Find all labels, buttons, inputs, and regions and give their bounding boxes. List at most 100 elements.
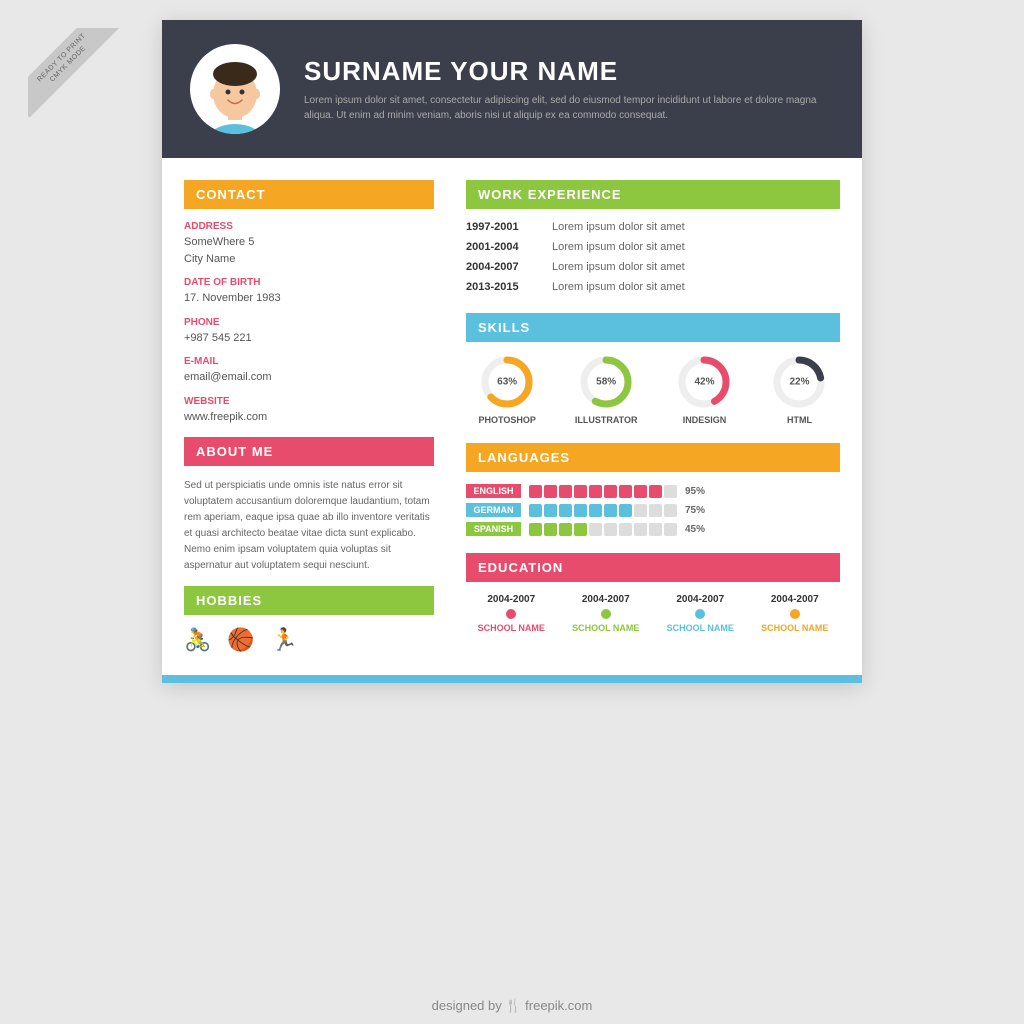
skill-percentage: 22% [789, 377, 809, 388]
skill-label: ILLUSTRATOR [575, 415, 638, 425]
work-row: 2001-2004 Lorem ipsum dolor sit amet [466, 241, 840, 253]
footer-bar [162, 675, 862, 683]
education-school: SCHOOL NAME [761, 623, 828, 633]
languages-header: LANGUAGES [466, 443, 840, 472]
work-description: Lorem ipsum dolor sit amet [552, 241, 685, 253]
work-years: 1997-2001 [466, 221, 538, 233]
language-label: ENGLISH [466, 484, 521, 498]
work-description: Lorem ipsum dolor sit amet [552, 261, 685, 273]
language-bar [544, 523, 557, 536]
language-bar [574, 485, 587, 498]
language-bar [619, 504, 632, 517]
work-years: 2001-2004 [466, 241, 538, 253]
skill-item: 22% HTML [771, 354, 827, 425]
hobby-icon: 🏃 [271, 627, 298, 653]
language-bar [664, 485, 677, 498]
language-bar [634, 523, 647, 536]
work-row: 2013-2015 Lorem ipsum dolor sit amet [466, 281, 840, 293]
education-dot [695, 609, 705, 619]
language-bar [589, 523, 602, 536]
skill-item: 58% ILLUSTRATOR [575, 354, 638, 425]
skill-donut: 22% [771, 354, 827, 410]
education-school: SCHOOL NAME [572, 623, 639, 633]
language-bar [559, 523, 572, 536]
contact-value-website: www.freepik.com [184, 409, 434, 426]
education-years: 2004-2007 [487, 594, 535, 605]
skills-header: SKILLS [466, 313, 840, 342]
contact-fields: ADDRESSSomeWhere 5 City NameDATE OF BIRT… [184, 221, 434, 425]
language-bar [604, 523, 617, 536]
hobby-icon: 🏀 [227, 627, 254, 653]
education-years: 2004-2007 [676, 594, 724, 605]
skill-label: INDESIGN [683, 415, 727, 425]
language-bar [529, 523, 542, 536]
education-item: 2004-2007 SCHOOL NAME [466, 594, 557, 633]
language-bar [544, 485, 557, 498]
skill-percentage: 42% [694, 377, 714, 388]
skill-donut: 58% [578, 354, 634, 410]
resume-header: SURNAME YOUR NAME Lorem ipsum dolor sit … [162, 20, 862, 158]
skill-label: PHOTOSHOP [478, 415, 535, 425]
language-row: ENGLISH95% [466, 484, 840, 498]
skill-item: 42% INDESIGN [676, 354, 732, 425]
work-years: 2004-2007 [466, 261, 538, 273]
header-name: SURNAME YOUR NAME [304, 56, 834, 87]
skill-donut: 42% [676, 354, 732, 410]
skill-percentage: 58% [596, 377, 616, 388]
work-row: 2004-2007 Lorem ipsum dolor sit amet [466, 261, 840, 273]
language-bar [574, 523, 587, 536]
language-row: SPANISH 45% [466, 522, 840, 536]
work-description: Lorem ipsum dolor sit amet [552, 221, 685, 233]
language-bar [544, 504, 557, 517]
contact-value-date-of-birth: 17. November 1983 [184, 290, 434, 307]
about-me-text: Sed ut perspiciatis unde omnis iste natu… [184, 478, 434, 574]
work-row: 1997-2001 Lorem ipsum dolor sit amet [466, 221, 840, 233]
language-bar [529, 485, 542, 498]
work-years: 2013-2015 [466, 281, 538, 293]
contact-label-website: WEBSITE [184, 396, 434, 407]
education-school: SCHOOL NAME [667, 623, 734, 633]
ribbon-text: READY TO PRINT CMYK MODE [28, 28, 122, 118]
education-school: SCHOOL NAME [478, 623, 545, 633]
language-bar [574, 504, 587, 517]
language-bars [529, 485, 677, 498]
language-label: SPANISH [466, 522, 521, 536]
skill-label: HTML [787, 415, 812, 425]
work-experience-header: WORK EXPERIENCE [466, 180, 840, 209]
resume-card: SURNAME YOUR NAME Lorem ipsum dolor sit … [162, 20, 862, 683]
language-row: GERMAN75% [466, 503, 840, 517]
language-bar [559, 485, 572, 498]
education-item: 2004-2007 SCHOOL NAME [655, 594, 746, 633]
education-item: 2004-2007 SCHOOL NAME [561, 594, 652, 633]
right-column: WORK EXPERIENCE 1997-2001 Lorem ipsum dol… [456, 158, 862, 675]
skills-circles: 63%PHOTOSHOP 58%ILLUSTRATOR 42%INDESIGN … [466, 354, 840, 425]
contact-value-phone: +987 545 221 [184, 330, 434, 347]
language-bar [649, 504, 662, 517]
language-percentage: 45% [685, 524, 705, 535]
language-bar [529, 504, 542, 517]
language-bar [619, 523, 632, 536]
footer-credit: designed by 🍴 freepik.com [0, 998, 1024, 1014]
education-item: 2004-2007SCHOOL NAME [750, 594, 841, 633]
skill-donut: 63% [479, 354, 535, 410]
contact-label-phone: PHONE [184, 317, 434, 328]
avatar [190, 44, 280, 134]
contact-label-address: ADDRESS [184, 221, 434, 232]
ribbon: READY TO PRINT CMYK MODE [28, 28, 138, 138]
language-bars [529, 504, 677, 517]
language-label: GERMAN [466, 503, 521, 517]
language-bar [559, 504, 572, 517]
contact-label-date-of-birth: DATE OF BIRTH [184, 277, 434, 288]
education-dot [601, 609, 611, 619]
page-wrapper: READY TO PRINT CMYK MODE [0, 0, 1024, 1024]
language-bars [529, 523, 677, 536]
work-description: Lorem ipsum dolor sit amet [552, 281, 685, 293]
resume-body: CONTACT ADDRESSSomeWhere 5 City NameDATE… [162, 158, 862, 675]
education-dot [790, 609, 800, 619]
contact-label-e-mail: E-MAIL [184, 356, 434, 367]
language-bar [589, 504, 602, 517]
education-years: 2004-2007 [582, 594, 630, 605]
education-dot [506, 609, 516, 619]
language-bar [664, 523, 677, 536]
language-bar [634, 485, 647, 498]
